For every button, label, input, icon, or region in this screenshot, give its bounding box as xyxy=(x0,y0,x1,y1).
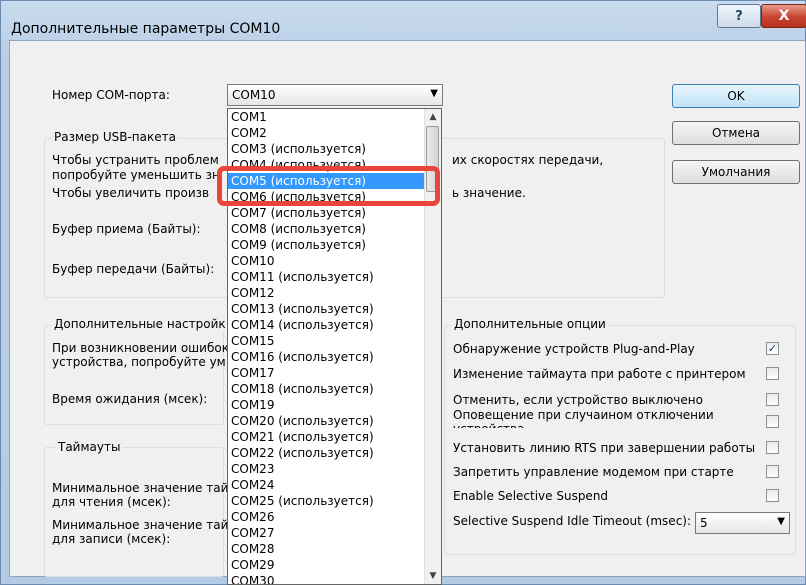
option-printer-timeout-label: Изменение таймаута при работе с принтеро… xyxy=(453,367,746,381)
advanced-hint-line1: При возникновении ошибок xyxy=(52,341,229,355)
chevron-down-icon: ▼ xyxy=(430,88,438,99)
dropdown-option[interactable]: COM20 (используется) xyxy=(228,413,441,429)
option-pnp-label: Обнаружение устройств Plug-and-Play xyxy=(453,342,695,356)
usb-hint-line1-right: их скоростях передачи, xyxy=(452,153,604,167)
dropdown-option[interactable]: COM22 (используется) xyxy=(228,445,441,461)
usb-hint-line2-left: попробуйте уменьшить зн xyxy=(52,168,220,182)
dropdown-option[interactable]: COM26 xyxy=(228,509,441,525)
scroll-up-icon[interactable]: ▲ xyxy=(425,109,441,125)
defaults-button[interactable]: Умолчания xyxy=(672,160,800,184)
dropdown-option[interactable]: COM1 xyxy=(228,109,441,125)
options-group-title: Дополнительные опции xyxy=(452,317,608,331)
dropdown-option[interactable]: COM11 (используется) xyxy=(228,269,441,285)
tx-buffer-label: Буфер передачи (Байты): xyxy=(52,262,215,276)
dropdown-option[interactable]: COM16 (используется) xyxy=(228,349,441,365)
dropdown-option[interactable]: COM9 (используется) xyxy=(228,237,441,253)
read-timeout-label-line2: для чтения (мсек): xyxy=(52,495,171,509)
dropdown-option[interactable]: COM8 (используется) xyxy=(228,221,441,237)
dropdown-option[interactable]: COM2 xyxy=(228,125,441,141)
option-pnp-checkbox[interactable]: ✓ xyxy=(766,342,779,355)
suspend-timeout-combo[interactable]: 5 ▼ xyxy=(695,512,790,534)
option-printer-timeout-checkbox[interactable] xyxy=(766,367,779,380)
help-icon: ? xyxy=(735,8,743,24)
dropdown-option[interactable]: COM23 xyxy=(228,461,441,477)
window-title: Дополнительные параметры COM10 xyxy=(11,21,281,37)
usb-hint-line3-right: ь значение. xyxy=(452,186,526,200)
timeouts-group-title: Таймауты xyxy=(56,440,123,454)
close-icon: X xyxy=(778,8,790,24)
dropdown-option[interactable]: COM10 xyxy=(228,253,441,269)
title-bar[interactable]: Дополнительные параметры COM10 ? X xyxy=(1,1,806,41)
option-cancel-off-checkbox[interactable] xyxy=(766,393,779,406)
dropdown-option[interactable]: COM30 xyxy=(228,573,441,584)
option-cancel-off-label: Отменить, если устройство выключено xyxy=(453,393,703,407)
usb-group-title: Размер USB-пакета xyxy=(52,130,178,144)
advanced-settings-group xyxy=(44,325,224,425)
suspend-timeout-label: Selective Suspend Idle Timeout (msec): xyxy=(453,514,692,528)
advanced-hint-line2: устройства, попробуйте ум xyxy=(52,355,226,369)
dropdown-option[interactable]: COM18 (используется) xyxy=(228,381,441,397)
option-surprise-removal-label: Оповещение при случаином отключении устр… xyxy=(453,408,714,428)
write-timeout-label-line1: Минимальное значение тай xyxy=(52,518,229,532)
dropdown-option[interactable]: COM25 (используется) xyxy=(228,493,441,509)
scroll-down-icon[interactable]: ▼ xyxy=(425,568,441,584)
option-rts-label: Установить линию RTS при завершении рабо… xyxy=(453,441,756,455)
dropdown-option[interactable]: COM27 xyxy=(228,525,441,541)
com-port-value: COM10 xyxy=(232,88,276,102)
suspend-timeout-value: 5 xyxy=(700,516,708,530)
option-rts-checkbox[interactable] xyxy=(766,441,779,454)
option-surprise-removal-checkbox[interactable] xyxy=(766,415,779,428)
dropdown-option[interactable]: COM21 (используется) xyxy=(228,429,441,445)
option-modem-label: Запретить управление модемом при старте xyxy=(453,465,734,479)
dropdown-option[interactable]: COM13 (используется) xyxy=(228,301,441,317)
wait-time-label: Время ожидания (мсек): xyxy=(52,392,208,406)
rx-buffer-label: Буфер приема (Байты): xyxy=(52,222,201,236)
dropdown-option[interactable]: COM19 xyxy=(228,397,441,413)
dropdown-option[interactable]: COM7 (используется) xyxy=(228,205,441,221)
close-button[interactable]: X xyxy=(761,4,806,28)
option-selective-suspend-label: Enable Selective Suspend xyxy=(453,489,609,503)
help-button[interactable]: ? xyxy=(717,4,761,28)
dropdown-option[interactable]: COM24 xyxy=(228,477,441,493)
dropdown-option[interactable]: COM14 (используется) xyxy=(228,317,441,333)
option-selective-suspend-checkbox[interactable] xyxy=(766,489,779,502)
cancel-button[interactable]: Отмена xyxy=(672,121,800,145)
ok-button[interactable]: OK xyxy=(672,84,800,108)
dropdown-option[interactable]: COM28 xyxy=(228,541,441,557)
read-timeout-label-line1: Минимальное значение тай xyxy=(52,481,229,495)
dropdown-option[interactable]: COM3 (используется) xyxy=(228,141,441,157)
usb-hint-line3-left: Чтобы увеличить произв xyxy=(52,186,210,200)
advanced-group-title: Дополнительные настройк xyxy=(52,317,228,331)
com-port-combo[interactable]: COM10 ▼ xyxy=(227,84,443,106)
write-timeout-label-line2: для записи (мсек): xyxy=(52,532,171,546)
highlight-annotation xyxy=(217,166,440,206)
chevron-down-icon: ▼ xyxy=(777,516,785,527)
option-modem-checkbox[interactable] xyxy=(766,465,779,478)
usb-hint-line1-left: Чтобы устранить проблем xyxy=(52,153,219,167)
dropdown-option[interactable]: COM12 xyxy=(228,285,441,301)
dropdown-option[interactable]: COM15 xyxy=(228,333,441,349)
dropdown-option[interactable]: COM17 xyxy=(228,365,441,381)
dropdown-option[interactable]: COM29 xyxy=(228,557,441,573)
com-port-label: Номер COM-порта: xyxy=(52,88,170,102)
timeouts-group xyxy=(44,447,224,577)
